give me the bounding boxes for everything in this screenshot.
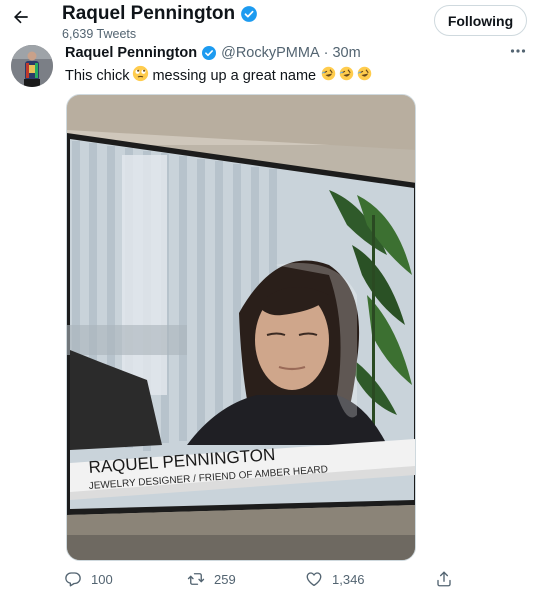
tweet-text: This chick messing up a great name	[65, 65, 375, 86]
verified-badge-icon	[241, 6, 257, 22]
reply-count: 100	[91, 571, 113, 587]
rofl-emoji	[321, 66, 336, 85]
tv-screen-photo: RAQUEL PENNINGTON JEWELRY DESIGNER / FRI…	[67, 95, 415, 560]
retweet-icon	[187, 573, 205, 585]
avatar[interactable]	[11, 45, 53, 87]
rolling-eyes-emoji	[132, 65, 149, 86]
separator-dot: ·	[323, 45, 329, 61]
profile-name-text: Raquel Pennington	[62, 3, 236, 24]
back-button[interactable]	[10, 6, 32, 28]
verified-badge-icon	[202, 46, 217, 60]
tweet-timestamp[interactable]: 30m	[332, 45, 360, 61]
share-icon	[437, 571, 451, 587]
tweet-actions: 100 259 1,346	[0, 570, 538, 596]
like-icon	[306, 572, 322, 587]
tweet-media-photo[interactable]: RAQUEL PENNINGTON JEWELRY DESIGNER / FRI…	[66, 94, 416, 561]
tweet-header: Raquel Pennington @RockyPMMA · 30m	[65, 45, 361, 61]
tweet-text-after: messing up a great name	[152, 67, 317, 84]
more-options-button[interactable]	[505, 41, 531, 61]
rofl-emoji	[339, 66, 354, 85]
tweet-author-name[interactable]: Raquel Pennington	[65, 45, 197, 61]
tweet-author-handle[interactable]: @RockyPMMA	[221, 45, 320, 61]
tweet-text-before: This chick	[65, 67, 130, 84]
verified-badge	[201, 45, 217, 61]
reply-icon	[65, 572, 81, 587]
share-button[interactable]	[435, 570, 453, 588]
following-button[interactable]: Following	[434, 5, 527, 36]
tweet-count: 6,639 Tweets	[62, 27, 137, 41]
retweet-button[interactable]: 259	[187, 570, 236, 588]
profile-header: Raquel Pennington 6,639 Tweets Following	[0, 0, 538, 44]
back-arrow-icon	[14, 10, 28, 24]
reply-button[interactable]: 100	[64, 570, 113, 588]
like-count: 1,346	[332, 571, 365, 587]
rofl-emoji	[357, 66, 372, 85]
more-icon	[510, 49, 526, 53]
profile-name: Raquel Pennington	[62, 3, 258, 25]
retweet-count: 259	[214, 571, 236, 587]
avatar-image	[11, 45, 53, 87]
like-button[interactable]: 1,346	[305, 570, 365, 588]
